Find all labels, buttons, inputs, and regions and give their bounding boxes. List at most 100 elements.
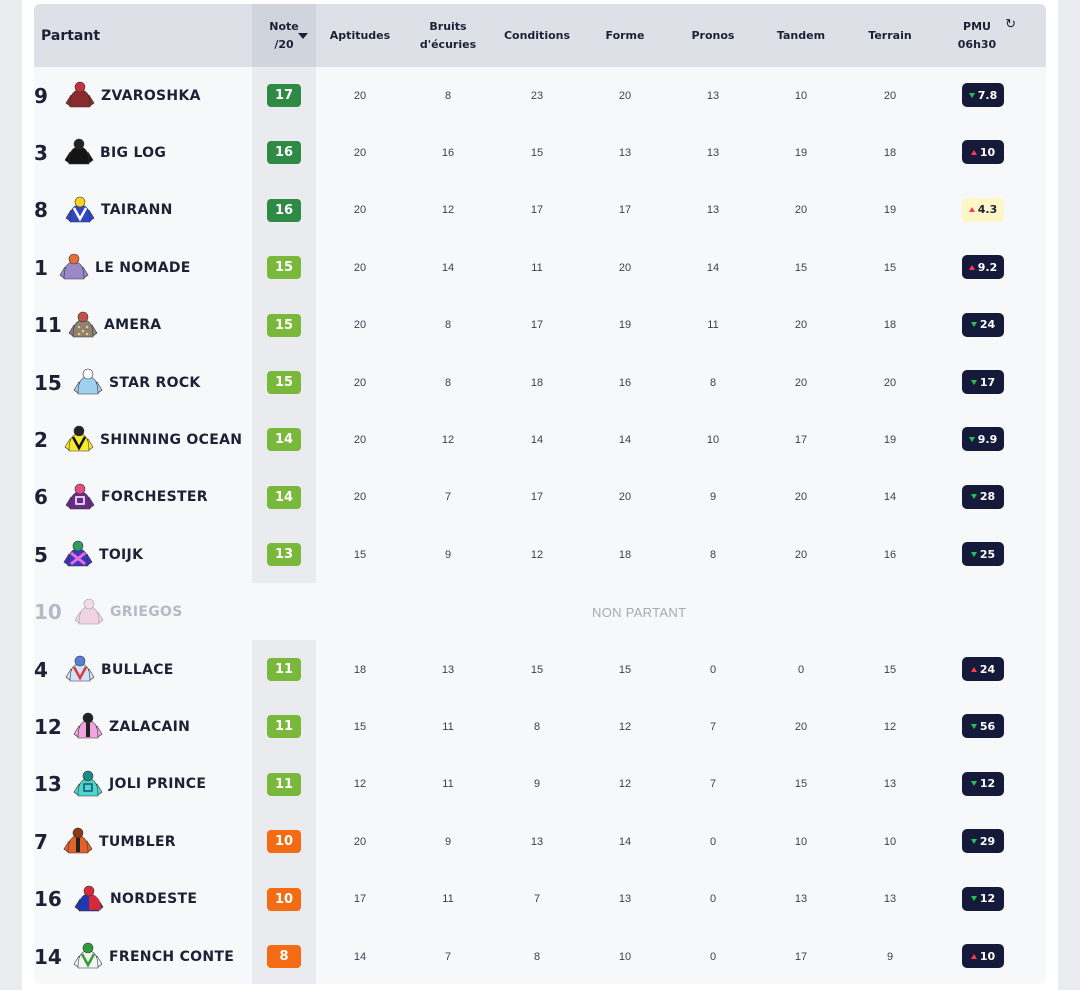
header-aptitudes[interactable]: Aptitudes [316, 4, 404, 67]
runner-name[interactable]: ZVAROSHKA [101, 67, 201, 124]
cell-forme: 13 [618, 893, 632, 906]
pmu-odds-badge[interactable]: 12 [962, 886, 1004, 911]
cell-conditions: 18 [530, 376, 544, 389]
pmu-odds-badge[interactable]: 10 [962, 140, 1004, 165]
table-row[interactable]: 9 ZVAROSHKA 17 20 8 23 20 13 10 20 7.8 [34, 67, 1046, 124]
table-row[interactable]: 13 JOLI PRINCE 11 12 11 9 12 7 15 13 12 [34, 756, 1046, 813]
runner-name[interactable]: BULLACE [101, 641, 174, 698]
cell-aptitudes: 20 [353, 835, 367, 848]
cell-forme: 20 [618, 261, 632, 274]
jockey-silk-icon [71, 366, 105, 400]
pmu-odds-badge[interactable]: 12 [962, 771, 1004, 796]
runner-name[interactable]: AMERA [104, 297, 161, 354]
jockey-silk-icon [71, 940, 105, 974]
header-pronos[interactable]: Pronos [669, 4, 757, 67]
table-row[interactable]: 11 AMERA 15 20 8 17 19 11 20 18 24 [34, 297, 1046, 354]
jockey-silk-icon [62, 136, 96, 170]
trend-down-icon [970, 896, 977, 902]
note-badge: 13 [267, 543, 301, 567]
cell-pronos: 10 [706, 433, 720, 446]
pmu-odds-badge[interactable]: 7.8 [962, 83, 1004, 107]
trend-up-icon [970, 149, 977, 155]
runner-name[interactable]: BIG LOG [100, 124, 166, 181]
note-badge: 11 [267, 658, 301, 681]
cell-conditions: 15 [530, 663, 544, 676]
cell-pronos: 8 [709, 376, 717, 389]
header-bruits[interactable]: Bruits d'écuries [404, 4, 492, 67]
runner-name[interactable]: JOLI PRINCE [109, 756, 206, 813]
runner-name[interactable]: LE NOMADE [95, 239, 191, 296]
cell-terrain: 20 [883, 89, 897, 102]
pmu-odds-badge[interactable]: 28 [962, 484, 1004, 509]
cell-tandem: 15 [794, 778, 808, 791]
cell-conditions: 14 [530, 433, 544, 446]
note-badge: 10 [267, 830, 301, 854]
pmu-odds-value: 24 [979, 318, 996, 332]
cell-pronos: 13 [706, 204, 720, 217]
header-pmu[interactable]: PMU 06h30 [934, 4, 1020, 67]
pmu-odds-badge[interactable]: 4.3 [962, 197, 1004, 222]
pmu-odds-badge[interactable]: 25 [962, 542, 1004, 567]
table-row[interactable]: 14 FRENCH CONTE 8 14 7 8 10 0 17 9 10 [34, 928, 1046, 984]
header-partant[interactable]: Partant [34, 4, 252, 67]
cell-pronos: 8 [709, 548, 717, 561]
jockey-silk-icon [62, 423, 96, 457]
runner-number: 5 [34, 542, 48, 567]
table-row[interactable]: 4 BULLACE 11 18 13 15 15 0 0 15 24 [34, 641, 1046, 698]
table-row-non-partant[interactable]: 10 GRIEGOS NON PARTANT [34, 584, 1046, 641]
runner-name[interactable]: NORDESTE [110, 871, 197, 928]
cell-conditions: 11 [531, 261, 543, 274]
cell-bruits: 11 [442, 778, 454, 791]
table-row[interactable]: 6 FORCHESTER 14 20 7 17 20 9 20 14 28 [34, 469, 1046, 526]
pmu-odds-value: 56 [979, 719, 996, 733]
header-tandem[interactable]: Tandem [757, 4, 845, 67]
cell-terrain: 18 [883, 146, 897, 159]
cell-tandem: 17 [794, 433, 808, 446]
table-row[interactable]: 15 STAR ROCK 15 20 8 18 16 8 20 20 17 [34, 354, 1046, 411]
runner-name[interactable]: GRIEGOS [110, 584, 183, 641]
pmu-odds-badge[interactable]: 29 [962, 829, 1004, 854]
cell-bruits: 14 [441, 261, 455, 274]
pmu-odds-badge[interactable]: 9.9 [962, 427, 1004, 452]
runner-name[interactable]: FORCHESTER [101, 469, 208, 526]
pmu-odds-badge[interactable]: 9.2 [962, 255, 1004, 280]
runner-number: 3 [34, 140, 48, 165]
header-terrain[interactable]: Terrain [846, 4, 934, 67]
cell-pronos: 0 [709, 835, 717, 848]
header-forme[interactable]: Forme [581, 4, 669, 67]
table-row[interactable]: 7 TUMBLER 10 20 9 13 14 0 10 10 29 [34, 813, 1046, 870]
runner-name[interactable]: TAIRANN [101, 182, 173, 239]
header-conditions[interactable]: Conditions [493, 4, 581, 67]
cell-pronos: 7 [709, 720, 717, 733]
runner-name[interactable]: TUMBLER [99, 813, 176, 870]
runner-name[interactable]: STAR ROCK [109, 354, 201, 411]
table-row[interactable]: 8 TAIRANN 16 20 12 17 17 13 20 19 4.3 [34, 182, 1046, 239]
pmu-odds-badge[interactable]: 56 [962, 714, 1004, 739]
pmu-odds-badge[interactable]: 10 [962, 944, 1004, 968]
table-row[interactable]: 12 ZALACAIN 11 15 11 8 12 7 20 12 56 [34, 698, 1046, 755]
refresh-icon[interactable]: ↻ [1005, 16, 1016, 32]
pmu-odds-badge[interactable]: 17 [962, 370, 1004, 394]
table-row[interactable]: 3 BIG LOG 16 20 16 15 13 13 19 18 10 [34, 124, 1046, 181]
cell-pronos: 7 [709, 778, 717, 791]
jockey-silk-icon [71, 710, 105, 744]
cell-tandem: 20 [794, 319, 808, 332]
runner-name[interactable]: ZALACAIN [109, 698, 190, 755]
pmu-odds-badge[interactable]: 24 [962, 657, 1004, 681]
header-note[interactable]: Note /20 [252, 4, 316, 67]
trend-down-icon [968, 436, 975, 442]
cell-bruits: 8 [444, 319, 452, 332]
header-pmu-time: 06h30 [957, 37, 997, 51]
table-row[interactable]: 2 SHINNING OCEAN 14 20 12 14 14 10 17 19 9.9 [34, 411, 1046, 468]
runner-name[interactable]: FRENCH CONTE [109, 928, 234, 984]
cell-conditions: 17 [530, 319, 544, 332]
runner-name[interactable]: TOIJK [99, 526, 143, 583]
note-badge: 11 [267, 715, 301, 739]
runner-name[interactable]: SHINNING OCEAN [100, 411, 242, 468]
table-row[interactable]: 5 TOIJK 13 15 9 12 18 8 20 16 25 [34, 526, 1046, 583]
cell-aptitudes: 20 [353, 376, 367, 389]
table-row[interactable]: 1 LE NOMADE 15 20 14 11 20 14 15 15 9.2 [34, 239, 1046, 296]
cell-pronos: 14 [706, 261, 720, 274]
pmu-odds-badge[interactable]: 24 [962, 312, 1004, 337]
table-row[interactable]: 16 NORDESTE 10 17 11 7 13 0 13 13 12 [34, 871, 1046, 928]
